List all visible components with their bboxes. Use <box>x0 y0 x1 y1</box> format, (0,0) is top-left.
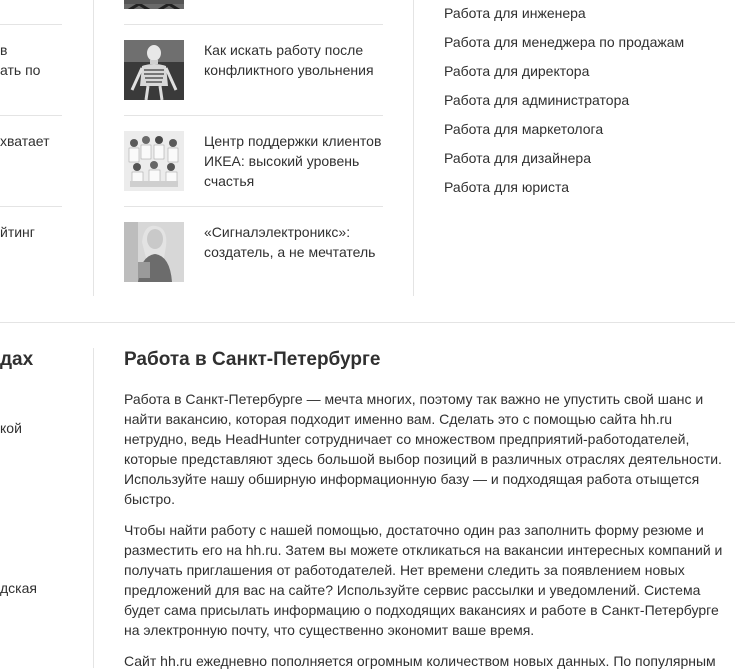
seo-paragraph: Работа в Санкт-Петербурге — мечта многих… <box>124 391 722 507</box>
list-item-fragment[interactable]: кой <box>0 418 22 438</box>
article-title[interactable]: Центр поддержки клиентов ИКЕА: высокий у… <box>204 131 389 191</box>
job-link[interactable]: Работа для маркетолога <box>444 119 684 148</box>
section-divider <box>0 322 735 323</box>
article-item[interactable]: Центр поддержки клиентов ИКЕА: высокий у… <box>124 131 383 191</box>
article-item[interactable]: Как искать работу после конфликтного уво… <box>124 40 383 100</box>
news-item-fragment[interactable]: ать по <box>0 60 40 80</box>
list-separator <box>0 24 62 25</box>
woman-portrait-photo-icon[interactable] <box>124 222 184 282</box>
seo-paragraph: Сайт hh.ru ежедневно пополняется огромны… <box>124 653 716 669</box>
list-item-fragment[interactable]: дская <box>0 578 37 598</box>
list-separator <box>0 115 62 116</box>
cropped-photo-icon <box>124 2 184 9</box>
section-heading-fragment: дах <box>0 349 34 370</box>
skeleton-photo-icon[interactable] <box>124 40 184 100</box>
job-link[interactable]: Работа для юриста <box>444 177 684 206</box>
news-item-fragment[interactable]: в <box>0 40 7 60</box>
list-separator <box>124 206 383 207</box>
list-separator <box>124 115 383 116</box>
article-title[interactable]: Как искать работу после конфликтного уво… <box>204 40 389 80</box>
team-photo-icon[interactable] <box>124 131 184 191</box>
seo-paragraph: Чтобы найти работу с нашей помощью, дост… <box>124 522 723 638</box>
column-divider <box>93 0 94 296</box>
news-item-fragment[interactable]: йтинг <box>0 222 35 242</box>
column-divider <box>413 0 414 296</box>
article-title[interactable]: «Сигналэлектроникс»: создатель, а не меч… <box>204 222 389 262</box>
column-divider <box>93 348 94 668</box>
seo-section-title: Работа в Санкт-Петербурге <box>124 349 381 370</box>
job-link[interactable]: Работа для дизайнера <box>444 148 684 177</box>
job-link[interactable]: Работа для менеджера по продажам <box>444 32 684 61</box>
job-link[interactable]: Работа для администратора <box>444 90 684 119</box>
job-links-list: Работа для инженера Работа для менеджера… <box>444 3 684 206</box>
list-separator <box>124 24 383 25</box>
news-item-fragment[interactable]: хватает <box>0 131 50 151</box>
job-link[interactable]: Работа для директора <box>444 61 684 90</box>
job-link[interactable]: Работа для инженера <box>444 3 684 32</box>
article-item[interactable]: «Сигналэлектроникс»: создатель, а не меч… <box>124 222 383 282</box>
list-separator <box>0 206 62 207</box>
article-thumbnail-cropped[interactable] <box>124 0 184 9</box>
